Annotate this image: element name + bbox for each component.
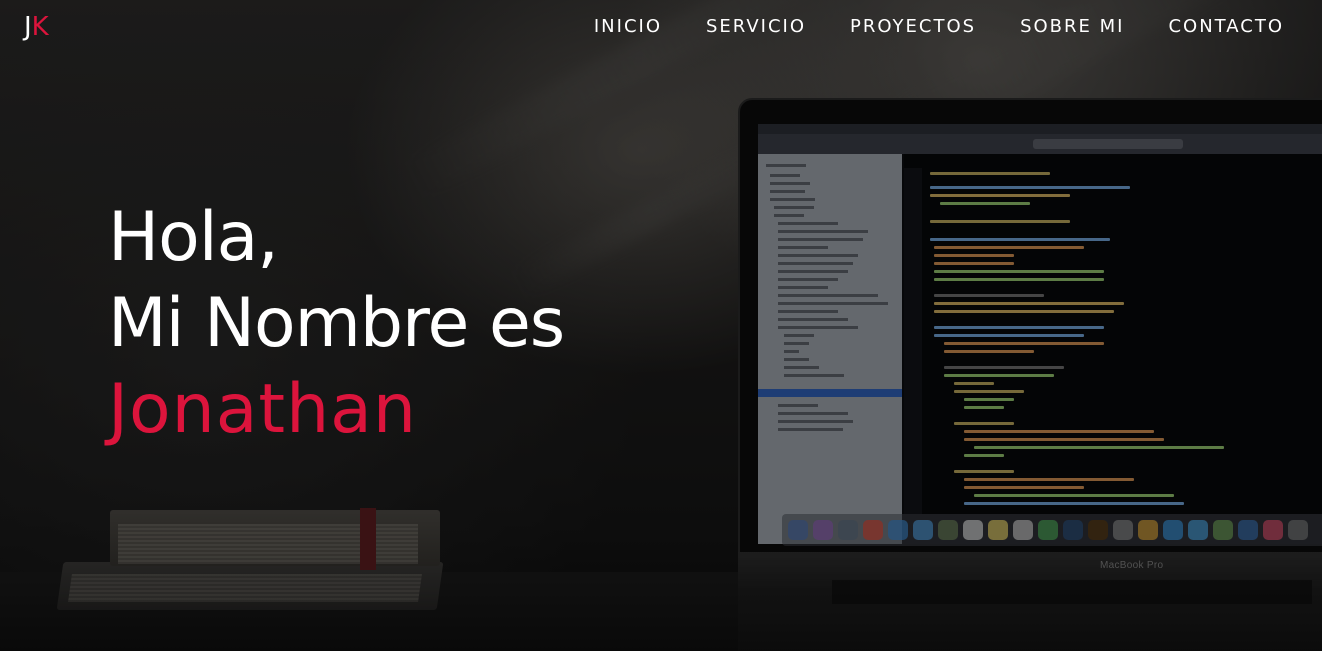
logo-letter-k: K [31, 12, 49, 42]
hero-section: MacBook Pro JK INICIO SERVICIO PROYECTOS… [0, 0, 1322, 651]
site-logo[interactable]: JK [24, 11, 49, 43]
nav-item-inicio[interactable]: INICIO [594, 14, 662, 40]
logo-letter-j: J [24, 12, 32, 42]
hero-greeting: Hola, [108, 198, 279, 277]
nav-item-contacto[interactable]: CONTACTO [1168, 14, 1284, 40]
hero-intro: Mi Nombre es [108, 284, 565, 363]
nav-item-servicio[interactable]: SERVICIO [706, 14, 806, 40]
hero-name: Jonathan [108, 370, 417, 449]
hero-heading: Hola, Mi Nombre es Jonathan [108, 195, 565, 453]
nav-item-proyectos[interactable]: PROYECTOS [850, 14, 976, 40]
nav-item-sobre-mi[interactable]: SOBRE MI [1020, 14, 1124, 40]
main-nav: INICIO SERVICIO PROYECTOS SOBRE MI CONTA… [594, 14, 1284, 40]
